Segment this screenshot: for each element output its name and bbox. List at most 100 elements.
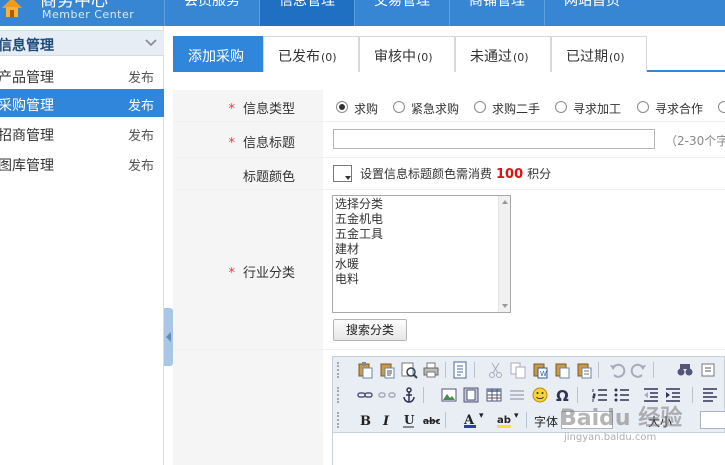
nav-info-management[interactable]: 信息管理 xyxy=(259,0,354,26)
align-left-icon[interactable] xyxy=(701,386,719,404)
toolbar-separator xyxy=(423,387,424,403)
copy-icon[interactable] xyxy=(509,361,527,379)
category-listbox[interactable]: 选择分类 五金机电 五金工具 建材 水暖 电料 xyxy=(332,195,511,313)
sidebar-item-purchase[interactable]: 采购管理 发布 xyxy=(0,89,164,117)
undo-icon[interactable] xyxy=(608,361,626,379)
required-mark: * xyxy=(228,136,235,151)
search-category-button[interactable]: 搜索分类 xyxy=(333,319,407,341)
top-header: 商务中心 Member Center 会员服务 信息管理 交易管理 商铺管理 网… xyxy=(0,0,725,26)
tab-rejected[interactable]: 未通过(0) xyxy=(455,36,551,72)
font-color-dropdown-icon[interactable]: ▾ xyxy=(479,411,484,421)
italic-icon[interactable]: I xyxy=(378,411,396,429)
sidebar-item-publish-link[interactable]: 发布 xyxy=(128,155,154,174)
unlink-icon[interactable] xyxy=(378,386,396,404)
paste-word-icon[interactable]: W xyxy=(531,361,549,379)
nav-member-service[interactable]: 会员服务 xyxy=(164,0,259,26)
paste-plain-icon[interactable] xyxy=(553,361,571,379)
house-icon xyxy=(2,0,22,17)
sidebar-item-publish-link[interactable]: 发布 xyxy=(128,125,154,144)
toolbar-grip xyxy=(337,387,341,403)
tab-add-purchase[interactable]: 添加采购 xyxy=(173,36,263,72)
tab-expired[interactable]: 已过期(0) xyxy=(551,36,647,72)
paste-special-icon[interactable] xyxy=(575,361,593,379)
top-nav: 会员服务 信息管理 交易管理 商铺管理 网站首页 xyxy=(164,0,639,26)
toolbar-separator xyxy=(598,362,599,378)
sidebar-collapse-handle[interactable] xyxy=(164,308,173,366)
radio-button[interactable] xyxy=(718,101,725,113)
font-size-select[interactable] xyxy=(700,411,725,429)
scroll-up-icon[interactable] xyxy=(502,200,508,204)
toolbar-separator xyxy=(526,412,527,428)
svg-text:I: I xyxy=(382,414,390,429)
title-color-picker[interactable] xyxy=(333,165,352,182)
collapse-arrow-icon xyxy=(166,332,171,342)
radio-button[interactable] xyxy=(336,101,348,113)
info-type-label-text: 信息类型 xyxy=(242,102,295,117)
document-icon[interactable] xyxy=(451,361,469,379)
sidebar-item-publish-link[interactable]: 发布 xyxy=(128,67,154,86)
paste-icon[interactable] xyxy=(356,361,374,379)
sidebar-section-header[interactable]: 信息管理 xyxy=(0,30,164,56)
paste-text-icon[interactable] xyxy=(378,361,396,379)
nav-trade-management[interactable]: 交易管理 xyxy=(354,0,449,26)
editor-content-area[interactable] xyxy=(333,432,725,465)
underline-icon[interactable]: U xyxy=(400,411,418,429)
tab-label-text: 审核中 xyxy=(374,49,416,65)
nav-label: 网站首页 xyxy=(564,0,620,9)
category-option[interactable]: 五金机电 xyxy=(335,212,383,227)
category-option[interactable]: 建材 xyxy=(335,242,359,257)
highlight-color-icon[interactable]: ab xyxy=(496,411,514,429)
find-icon[interactable] xyxy=(400,361,418,379)
tab-label: 审核中(0) xyxy=(374,46,433,66)
radio-label: 紧急求购 xyxy=(411,102,460,116)
table-icon[interactable] xyxy=(485,386,503,404)
category-option[interactable]: 水暖 xyxy=(335,257,359,272)
font-family-label: 字体 xyxy=(534,415,559,429)
find-replace-icon[interactable] xyxy=(676,361,694,379)
svg-text:abc: abc xyxy=(423,417,440,427)
anchor-icon[interactable] xyxy=(400,386,418,404)
info-title-input[interactable] xyxy=(333,129,655,149)
radio-button[interactable] xyxy=(474,101,486,113)
smiley-icon[interactable] xyxy=(531,386,549,404)
title-color-note: 设置信息标题颜色需消费 100 积分 xyxy=(360,165,551,182)
info-title-label-text: 信息标题 xyxy=(242,136,295,151)
toolbar-separator xyxy=(653,362,654,378)
logo[interactable]: 商务中心 Member Center xyxy=(0,0,164,26)
highlight-dropdown-icon[interactable]: ▾ xyxy=(514,411,519,421)
label-cell xyxy=(173,350,323,465)
tab-label-text: 已发布 xyxy=(278,49,320,65)
flash-icon[interactable] xyxy=(462,386,480,404)
color-note-suffix: 积分 xyxy=(527,167,552,181)
sidebar-item-products[interactable]: 产品管理 发布 xyxy=(0,61,164,89)
tab-count: (0) xyxy=(513,51,529,64)
image-icon[interactable] xyxy=(440,386,458,404)
tab-label-text: 未通过 xyxy=(470,49,512,65)
bold-icon[interactable]: B xyxy=(356,411,374,429)
sidebar-item-gallery[interactable]: 图库管理 发布 xyxy=(0,149,164,177)
strikethrough-icon[interactable]: abc xyxy=(422,411,440,429)
category-option[interactable]: 选择分类 xyxy=(335,197,383,212)
listbox-scrollbar[interactable] xyxy=(498,196,510,312)
horizontal-rule-icon[interactable] xyxy=(508,386,526,404)
toolbar-separator xyxy=(474,362,475,378)
radio-button[interactable] xyxy=(637,101,649,113)
font-color-icon[interactable]: A xyxy=(462,411,480,429)
scroll-down-icon[interactable] xyxy=(502,304,508,308)
redo-icon[interactable] xyxy=(630,361,648,379)
radio-button[interactable] xyxy=(555,101,567,113)
title-length-hint: （2-30个字 xyxy=(665,134,725,148)
cut-icon[interactable] xyxy=(487,361,505,379)
tab-under-review[interactable]: 审核中(0) xyxy=(359,36,455,72)
sidebar-item-investment[interactable]: 招商管理 发布 xyxy=(0,119,164,147)
tab-published[interactable]: 已发布(0) xyxy=(263,36,359,72)
print-icon[interactable] xyxy=(422,361,440,379)
radio-button[interactable] xyxy=(393,101,405,113)
nav-shop-management[interactable]: 商铺管理 xyxy=(449,0,544,26)
link-icon[interactable] xyxy=(356,386,374,404)
category-option[interactable]: 五金工具 xyxy=(335,227,383,242)
replace-icon[interactable] xyxy=(700,361,718,379)
sidebar-item-publish-link[interactable]: 发布 xyxy=(128,95,154,114)
category-option[interactable]: 电料 xyxy=(335,272,359,287)
nav-website-home[interactable]: 网站首页 xyxy=(544,0,639,26)
